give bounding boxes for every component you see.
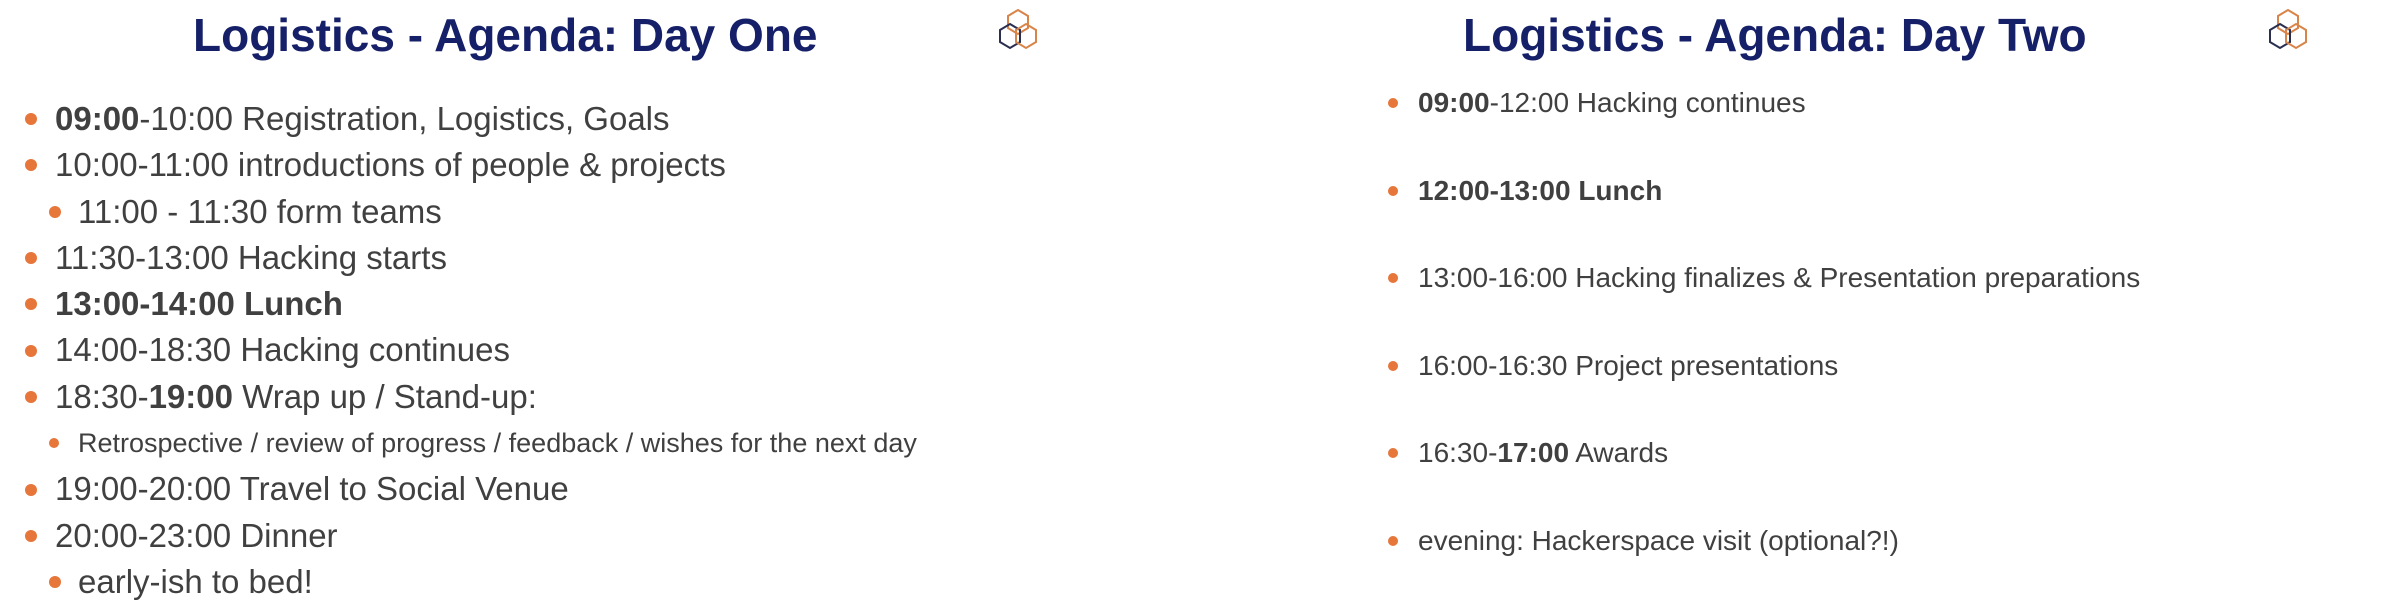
- list-item: 09:00-12:00 Hacking continues: [1260, 75, 2140, 163]
- list-subitem: early-ish to bed!: [0, 559, 917, 605]
- list-item: 11:30-13:00 Hacking starts: [0, 235, 917, 281]
- slide-day-two: Logistics - Agenda: Day Two 09:00-12:00 …: [1260, 0, 2402, 606]
- hexagon-cluster-logo-icon: [999, 8, 1037, 50]
- bullet-icon: [1388, 185, 1398, 196]
- bullet-icon: [49, 438, 59, 449]
- list-item: 19:00-20:00 Travel to Social Venue: [0, 466, 917, 512]
- list-item: 16:30-17:00 Awards: [1260, 425, 2140, 513]
- bullet-icon: [25, 529, 37, 542]
- list-item: 09:00-10:00 Registration, Logistics, Goa…: [0, 96, 917, 142]
- day-one-agenda-list: 09:00-10:00 Registration, Logistics, Goa…: [0, 96, 917, 605]
- hexagon-cluster-logo-icon: [2269, 8, 2307, 50]
- bullet-icon: [25, 344, 37, 357]
- bullet-icon: [1388, 448, 1398, 458]
- bullet-icon: [49, 205, 61, 218]
- slide-title: Logistics - Agenda: Day Two: [1463, 9, 2087, 61]
- list-item: 20:00-23:00 Dinner: [0, 513, 917, 559]
- bullet-icon: [25, 159, 37, 172]
- bullet-icon: [25, 298, 37, 311]
- list-subitem: 11:00 - 11:30 form teams: [0, 189, 917, 235]
- bullet-icon: [25, 483, 37, 496]
- bullet-icon: [1388, 98, 1398, 108]
- bullet-icon: [25, 252, 37, 265]
- slide-day-one: Logistics - Agenda: Day One 09:00-10:00 …: [0, 0, 1210, 606]
- bullet-icon: [25, 113, 37, 126]
- list-subitem: Retrospective / review of progress / fee…: [0, 420, 917, 466]
- bullet-icon: [1388, 535, 1398, 546]
- list-item: 16:00-16:30 Project presentations: [1260, 338, 2140, 426]
- list-item: 12:00-13:00 Lunch: [1260, 163, 2140, 251]
- list-item: 13:00-16:00 Hacking finalizes & Presenta…: [1260, 250, 2140, 338]
- list-item: 13:00-14:00 Lunch: [0, 281, 917, 327]
- bullet-icon: [1388, 360, 1398, 371]
- list-item: 18:30-19:00 Wrap up / Stand-up:: [0, 374, 917, 420]
- slide-title: Logistics - Agenda: Day One: [193, 9, 818, 61]
- bullet-icon: [25, 390, 37, 403]
- list-item: evening: Hackerspace visit (optional?!): [1260, 513, 2140, 601]
- list-item: 14:00-18:30 Hacking continues: [0, 327, 917, 373]
- day-two-agenda-list: 09:00-12:00 Hacking continues 12:00-13:0…: [1260, 75, 2140, 600]
- bullet-icon: [49, 576, 61, 589]
- bullet-icon: [1388, 273, 1398, 283]
- list-item: 10:00-11:00 introductions of people & pr…: [0, 142, 917, 188]
